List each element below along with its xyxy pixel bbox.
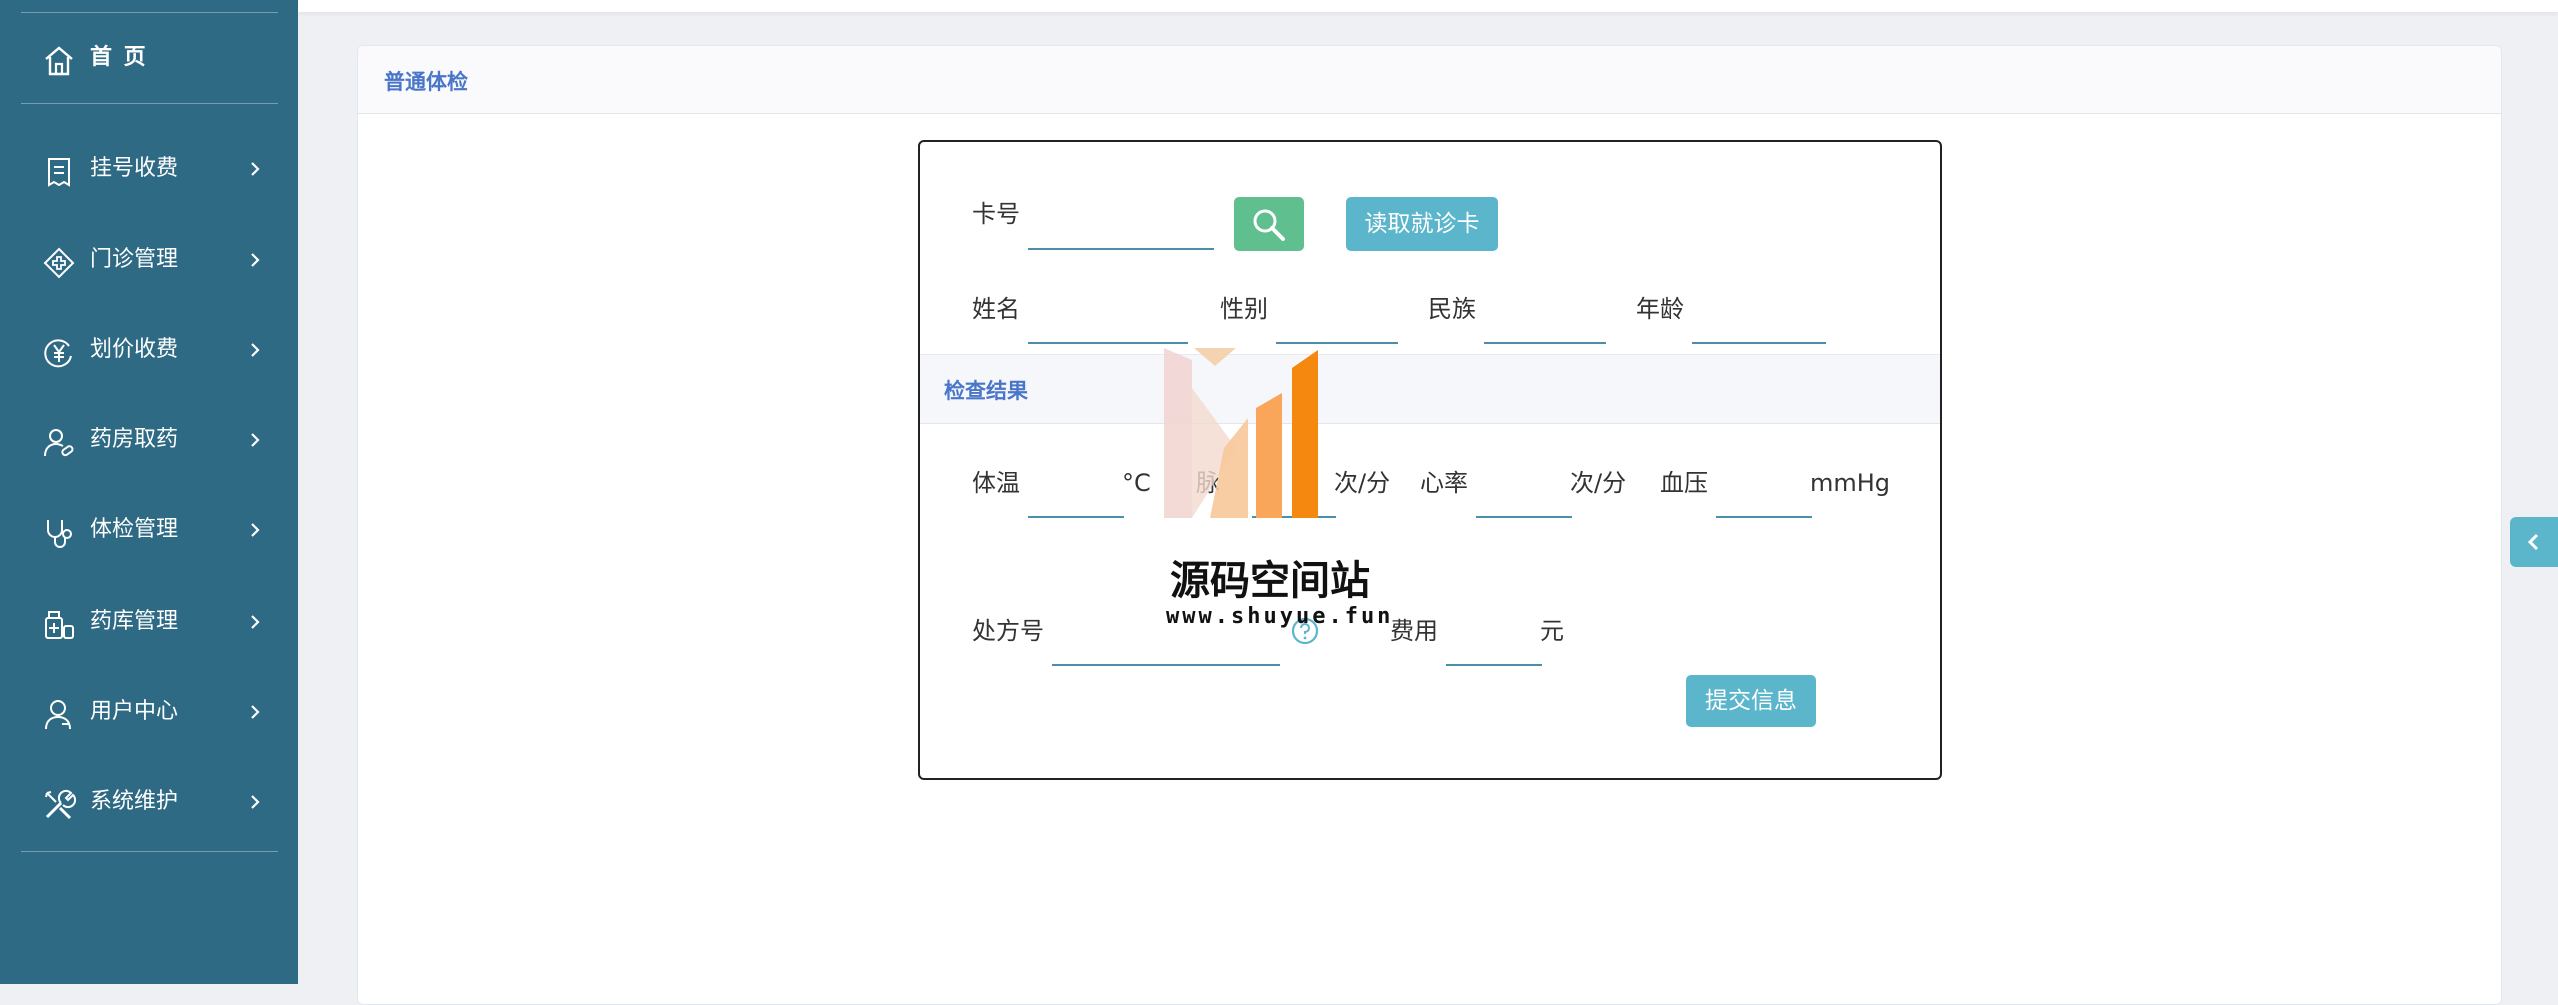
sidebar-item-system[interactable]: 系统维护 [0, 772, 298, 832]
name-input[interactable] [1028, 316, 1188, 344]
sidebar: 首 页 挂号收费 门诊管理 划价收费 药房取药 体检管理 药库管理 用户中心 系… [0, 0, 298, 984]
medicine-store-icon [42, 608, 76, 642]
sidebar-item-pricing[interactable]: 划价收费 [0, 320, 298, 380]
sidebar-item-user-center[interactable]: 用户中心 [0, 682, 298, 742]
sidebar-item-label: 用户中心 [90, 699, 179, 724]
sidebar-item-clinic[interactable]: 门诊管理 [0, 230, 298, 290]
chevron-right-icon [251, 795, 260, 809]
section-header: 检查结果 [920, 354, 1940, 424]
fee-label: 费用 [1390, 617, 1438, 645]
chevron-right-icon [251, 343, 260, 357]
chevron-right-icon [251, 523, 260, 537]
stethoscope-icon [42, 516, 76, 550]
tools-icon [42, 788, 77, 822]
sidebar-item-label: 药房取药 [90, 427, 179, 452]
collapse-panel-button[interactable] [2510, 517, 2558, 567]
home-icon [42, 44, 76, 78]
temperature-label: 体温 [972, 469, 1020, 497]
blood-pressure-unit: mmHg [1810, 469, 1891, 497]
register-fee-icon [42, 155, 76, 189]
sidebar-divider [21, 103, 278, 104]
sidebar-item-label: 体检管理 [90, 517, 179, 542]
submit-button[interactable]: 提交信息 [1686, 675, 1816, 727]
sidebar-divider [21, 851, 278, 852]
blood-pressure-input[interactable] [1716, 490, 1812, 518]
heart-rate-unit: 次/分 [1570, 469, 1627, 497]
sidebar-item-label: 门诊管理 [90, 247, 179, 272]
sidebar-item-label: 药库管理 [90, 609, 179, 634]
prescription-input[interactable] [1052, 638, 1280, 666]
yuan-coin-icon [42, 336, 76, 370]
sidebar-item-label: 首 页 [90, 45, 148, 70]
read-card-button[interactable]: 读取就诊卡 [1346, 197, 1498, 251]
panel-header: 普通体检 [358, 46, 2501, 114]
sidebar-item-medicine-store[interactable]: 药库管理 [0, 592, 298, 652]
watermark-title: 源码空间站 [1170, 558, 1370, 604]
pharmacy-user-icon [42, 426, 76, 460]
clinic-icon [42, 246, 76, 280]
sidebar-divider [21, 12, 278, 13]
fee-input[interactable] [1446, 638, 1542, 666]
fee-unit: 元 [1540, 617, 1564, 645]
sidebar-item-label: 系统维护 [90, 789, 179, 814]
page-title: 普通体检 [384, 70, 468, 94]
card-no-label: 卡号 [972, 200, 1020, 228]
sidebar-item-label: 划价收费 [90, 337, 179, 362]
card-no-input[interactable] [1028, 222, 1214, 250]
gender-label: 性别 [1220, 295, 1268, 323]
ethnicity-label: 民族 [1428, 295, 1476, 323]
user-icon [42, 698, 76, 732]
section-title: 检查结果 [944, 379, 1028, 403]
age-label: 年龄 [1636, 295, 1684, 323]
name-label: 姓名 [972, 295, 1020, 323]
temperature-unit: °C [1122, 469, 1151, 497]
chevron-right-icon [251, 162, 260, 176]
blood-pressure-label: 血压 [1660, 469, 1708, 497]
gender-input[interactable] [1276, 316, 1398, 344]
sidebar-item-label: 挂号收费 [90, 156, 179, 181]
watermark-url: www.shuyue.fun [1166, 604, 1394, 629]
sidebar-item-register-fee[interactable]: 挂号收费 [0, 139, 298, 199]
search-icon [1253, 209, 1285, 241]
exam-form-card: 卡号 读取就诊卡 姓名 性别 民族 年龄 检查结果 体温 °C 脉 次/分 心率… [918, 140, 1942, 780]
chevron-right-icon [251, 705, 260, 719]
sidebar-item-physical-exam[interactable]: 体检管理 [0, 500, 298, 560]
sidebar-item-home[interactable]: 首 页 [0, 28, 298, 88]
top-header-bar [298, 0, 2558, 12]
search-button[interactable] [1234, 197, 1304, 251]
sidebar-item-pharmacy[interactable]: 药房取药 [0, 410, 298, 470]
ethnicity-input[interactable] [1484, 316, 1606, 344]
heart-rate-label: 心率 [1420, 469, 1468, 497]
age-input[interactable] [1692, 316, 1826, 344]
chevron-right-icon [251, 615, 260, 629]
chevron-right-icon [251, 433, 260, 447]
temperature-input[interactable] [1028, 490, 1124, 518]
chevron-right-icon [251, 253, 260, 267]
heart-rate-input[interactable] [1476, 490, 1572, 518]
prescription-label: 处方号 [972, 617, 1044, 645]
chevron-left-icon [2527, 533, 2539, 551]
